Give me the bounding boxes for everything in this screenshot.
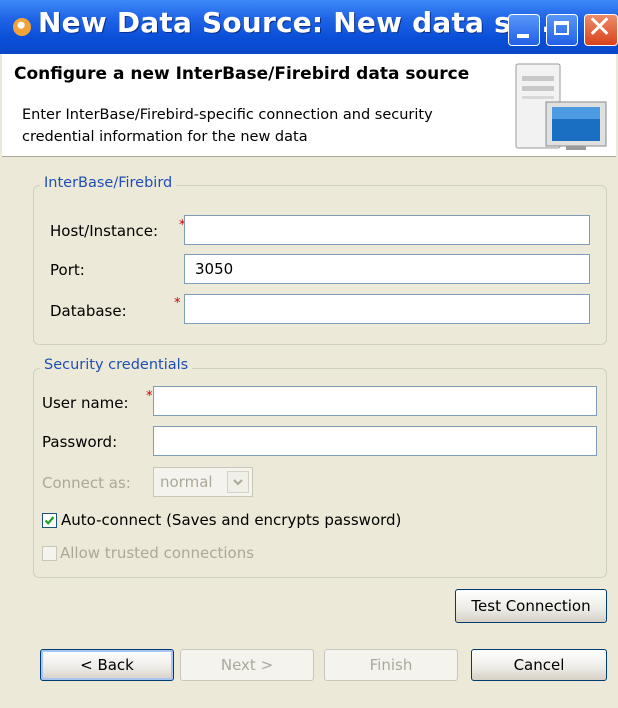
close-icon: ✕ <box>587 10 613 45</box>
finish-button[interactable]: Finish <box>324 649 458 681</box>
maximize-button[interactable] <box>546 14 578 46</box>
username-input[interactable] <box>153 386 597 416</box>
back-button[interactable]: < Back <box>40 649 174 681</box>
auto-connect-label[interactable]: Auto-connect (Saves and encrypts passwor… <box>61 511 401 529</box>
username-label: User name: <box>42 394 129 412</box>
port-input[interactable] <box>184 254 590 284</box>
database-label: Database: <box>50 302 127 320</box>
host-input[interactable] <box>184 215 590 245</box>
database-required-marker: * <box>174 296 181 311</box>
connect-as-dropdown-button[interactable] <box>227 471 249 493</box>
wizard-header: Configure a new InterBase/Firebird data … <box>2 54 616 157</box>
connect-as-select[interactable]: normal <box>153 467 253 497</box>
minimize-button[interactable] <box>508 14 540 46</box>
connect-as-label: Connect as: <box>42 474 131 492</box>
page-title: Configure a new InterBase/Firebird data … <box>14 64 470 84</box>
chevron-down-icon <box>233 479 243 486</box>
checkmark-icon <box>44 516 55 525</box>
maximize-icon <box>554 21 569 35</box>
minimize-icon <box>517 34 529 38</box>
window-title: New Data Source: New data so... <box>38 6 563 39</box>
cancel-button[interactable]: Cancel <box>471 649 607 681</box>
connection-group-legend: InterBase/Firebird <box>40 175 177 191</box>
dialog-window: New Data Source: New data so... ✕ Config… <box>0 0 618 708</box>
username-required-marker: * <box>146 389 153 404</box>
page-description: Enter InterBase/Firebird-specific connec… <box>22 107 433 145</box>
password-label: Password: <box>42 433 118 451</box>
security-group-legend: Security credentials <box>40 357 193 373</box>
port-label: Port: <box>50 261 85 279</box>
app-icon <box>13 18 31 36</box>
allow-trusted-label: Allow trusted connections <box>60 544 255 562</box>
test-connection-button[interactable]: Test Connection <box>455 589 607 623</box>
auto-connect-checkbox[interactable] <box>42 513 57 528</box>
allow-trusted-checkbox[interactable] <box>42 546 57 561</box>
next-button[interactable]: Next > <box>180 649 314 681</box>
database-input[interactable] <box>184 294 590 324</box>
host-label: Host/Instance: <box>50 222 159 240</box>
computer-icon <box>515 63 607 150</box>
close-button[interactable]: ✕ <box>584 10 618 46</box>
password-input[interactable] <box>153 426 597 456</box>
connect-as-value: normal <box>160 473 213 491</box>
title-bar[interactable]: New Data Source: New data so... ✕ <box>0 0 618 54</box>
